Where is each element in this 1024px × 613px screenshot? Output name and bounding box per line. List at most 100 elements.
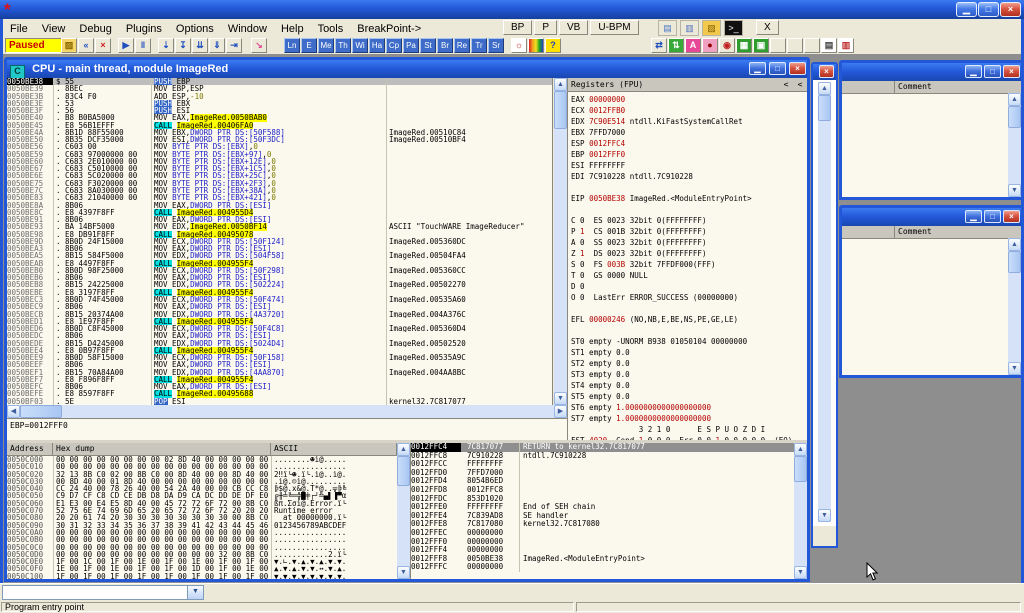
plugin-button-bp[interactable]: BP [503,20,532,35]
registers-line[interactable]: EBP 0012FFF0 [571,149,807,160]
dump-header-ascii[interactable]: ASCII [271,443,397,455]
target-icon[interactable]: ◉ [719,38,735,53]
pane-button-sr[interactable]: Sr [488,38,504,53]
disasm-row[interactable]: 0050BEB8.8B15 24225000MOV EDX,DWORD PTR … [7,281,552,288]
disasm-row[interactable]: 0050BE83.C683 21040000 00MOV BYTE PTR DS… [7,194,552,201]
dump-row[interactable]: 0050C060E1 E3 00 E4 E5 8D 40 00 45 72 72… [7,500,397,507]
dump-row[interactable]: 0050C0B000 00 00 00 00 00 00 00 00 00 00… [7,536,397,543]
plugin-button-u-bpm[interactable]: U-BPM [590,20,638,35]
registers-line[interactable]: ECX 0012FFB0 [571,105,807,116]
registers-line[interactable]: ST4 empty 0.0 [571,380,807,391]
disasm-row[interactable]: 0050BEAB.E8 4497F8FFCALL ImageRed.004955… [7,260,552,267]
registers-line[interactable]: ST2 empty 0.0 [571,358,807,369]
plugin-button-vb[interactable]: VB [559,20,588,35]
disasm-row[interactable]: 0050BEE4.E8 0B97F8FFCALL ImageRed.004955… [7,347,552,354]
matrix-icon[interactable]: ▦ [736,38,752,53]
disasm-row[interactable]: 0050BF03.5EPOP ESIkernel32.7C817077 [7,398,552,405]
disasm-row[interactable]: 0050BE3F.56PUSH ESI [7,107,552,114]
window-grid-icon[interactable]: ▣ [753,38,769,53]
pane-button-e[interactable]: E [301,38,317,53]
plugin-close-button[interactable]: X [756,20,779,35]
disasm-row[interactable]: 0050BEB6.8B06MOV EAX,DWORD PTR DS:[ESI] [7,274,552,281]
cpu-maximize-button[interactable]: □ [769,62,786,75]
disasm-row[interactable]: 0050BE4A.8B1D 88F55000MOV EBX,DWORD PTR … [7,129,552,136]
hidden-window-scrollbar[interactable]: ▲ ▼ [818,82,831,522]
ascii-table-icon[interactable]: A [685,38,701,53]
disassembly-pane[interactable]: 0050BE38$55PUSH EBP0050BE39.8BECMOV EBP,… [7,78,553,405]
comment-column-header[interactable]: Comment [895,226,1021,238]
animate-over-icon[interactable]: ⇓ [209,38,225,53]
disasm-row[interactable]: 0050BEF1.8B15 70A84A00MOV EDX,DWORD PTR … [7,369,552,376]
disasm-row[interactable]: 0050BE3E.53PUSH EBX [7,100,552,107]
disasm-row[interactable]: 0050BEF7.E8 F896F8FFCALL ImageRed.004955… [7,376,552,383]
pane-button-tr[interactable]: Tr [471,38,487,53]
main-titlebar[interactable]: * ▁ □ × [0,0,1024,19]
pane-button-cp[interactable]: Cp [386,38,402,53]
stack-row[interactable]: 0012FFFC00000000 [411,563,794,572]
registers-line[interactable]: Z 1 DS 0023 32bit 0(FFFFFFFF) [571,248,807,259]
layout-icon[interactable]: ▤ [821,38,837,53]
side2-minimize-button[interactable]: ▁ [965,210,982,223]
dump-row[interactable]: 0050C07052 75 6E 74 69 6D 65 20 65 72 72… [7,507,397,514]
disasm-row[interactable]: 0050BE60.C683 2E010000 00MOV BYTE PTR DS… [7,158,552,165]
breakpoint-icon[interactable]: ● [702,38,718,53]
dump-row[interactable]: 0050C02032 13 8B C0 02 00 8B C0 00 8D 40… [7,471,397,478]
side-window-1-titlebar[interactable]: ▁ □ × [842,63,1021,81]
disasm-row[interactable]: 0050BEEF.8B06MOV EAX,DWORD PTR DS:[ESI] [7,361,552,368]
pane-nav-right-icon[interactable]: < [793,78,807,91]
disasm-row[interactable]: 0050BE7C.C683 8A030000 00MOV BYTE PTR DS… [7,187,552,194]
stack-scrollbar[interactable]: ▲ ▼ [794,443,807,579]
registers-line[interactable] [571,204,807,215]
registers-line[interactable] [571,182,807,193]
step-over-icon[interactable]: ↧ [175,38,191,53]
disasm-row[interactable]: 0050BE67.C683 C5010000 00MOV BYTE PTR DS… [7,165,552,172]
side1-close-button[interactable]: × [1003,65,1020,78]
registers-line[interactable]: ST1 empty 0.0 [571,347,807,358]
dump-row[interactable]: 0050C0C000 00 00 00 00 00 00 00 00 00 00… [7,544,397,551]
dump-row[interactable]: 0050C040CC 24 40 00 78 26 40 00 54 2A 40… [7,485,397,492]
side2-scrollbar[interactable]: ▲ ▼ [1008,238,1021,375]
dump-row[interactable]: 0050C03000 8D 40 00 01 8D 40 00 00 00 00… [7,478,397,485]
disasm-row[interactable]: 0050BEE9.8B0D 58F15000MOV ECX,DWORD PTR … [7,354,552,361]
registers-line[interactable]: ST3 empty 0.0 [571,369,807,380]
disasm-row[interactable]: 0050BED6.8B0D C8F45000MOV ECX,DWORD PTR … [7,325,552,332]
pane-button-wi[interactable]: Wi [352,38,368,53]
disasm-row[interactable]: 0050BE45.E8 56B1EFFFCALL ImageRed.00406F… [7,122,552,129]
disasm-row[interactable]: 0050BE56.C603 00MOV BYTE PTR DS:[EBX],0 [7,143,552,150]
disasm-row[interactable]: 0050BEA5.8B15 584F5000MOV EDX,DWORD PTR … [7,252,552,259]
updown-icon[interactable]: ⇅ [668,38,684,53]
console-icon[interactable]: >_ [724,20,743,36]
disasm-row[interactable]: 0050BEDE.8B15 D4245000MOV EDX,DWORD PTR … [7,340,552,347]
pane-button-pa[interactable]: Pa [403,38,419,53]
registers-line[interactable]: D 0 [571,281,807,292]
disasm-row[interactable]: 0050BE93.BA 14BF5000MOV EDX,ImageRed.005… [7,223,552,230]
comment-column-header[interactable]: Comment [895,81,1021,93]
restart-icon[interactable]: « [78,38,94,53]
disasm-row[interactable]: 0050BE3B.83C4 F0ADD ESP,-10 [7,93,552,100]
layout-notes-icon[interactable]: ▥ [838,38,854,53]
pane-button-st[interactable]: St [420,38,436,53]
registers-line[interactable]: T 0 GS 0000 NULL [571,270,807,281]
hidden-window-close-button[interactable]: × [819,65,834,78]
disasm-row[interactable]: 0050BE40.B8 B0BA5000MOV EAX,ImageRed.005… [7,114,552,121]
dump-row[interactable]: 0050C01000 00 00 00 00 00 00 00 00 00 00… [7,463,397,470]
chevron-down-icon[interactable]: ▼ [187,586,203,599]
restore-button[interactable]: □ [978,2,999,17]
registers-line[interactable]: EIP 0050BE38 ImageRed.<ModuleEntryPoint> [571,193,807,204]
disasm-row[interactable]: 0050BEDC.8B06MOV EAX,DWORD PTR DS:[ESI] [7,332,552,339]
resize-grip[interactable] [813,526,836,534]
open-file-icon[interactable]: ▨ [61,38,77,53]
empty-slot[interactable] [787,38,803,53]
cpu-minimize-button[interactable]: ▁ [749,62,766,75]
disasm-row[interactable]: 0050BE9D.8B0D 24F15000MOV ECX,DWORD PTR … [7,238,552,245]
disasm-row[interactable]: 0050BEFE.E8 8597F8FFCALL ImageRed.004956… [7,390,552,397]
side1-maximize-button[interactable]: □ [984,65,1001,78]
registers-line[interactable]: C 0 ES 0023 32bit 0(FFFFFFFF) [571,215,807,226]
animate-into-icon[interactable]: ⇊ [192,38,208,53]
plugin-button-p[interactable]: P [534,20,557,35]
close-process-icon[interactable]: × [95,38,111,53]
disasm-row[interactable]: 0050BE6E.C683 5C020000 00MOV BYTE PTR DS… [7,172,552,179]
execute-till-return-icon[interactable]: ⇥ [226,38,242,53]
registers-line[interactable]: S 0 FS 003B 32bit 7FFDF000(FFF) [571,259,807,270]
registers-line[interactable]: EDX 7C90E514 ntdll.KiFastSystemCallRet [571,116,807,127]
